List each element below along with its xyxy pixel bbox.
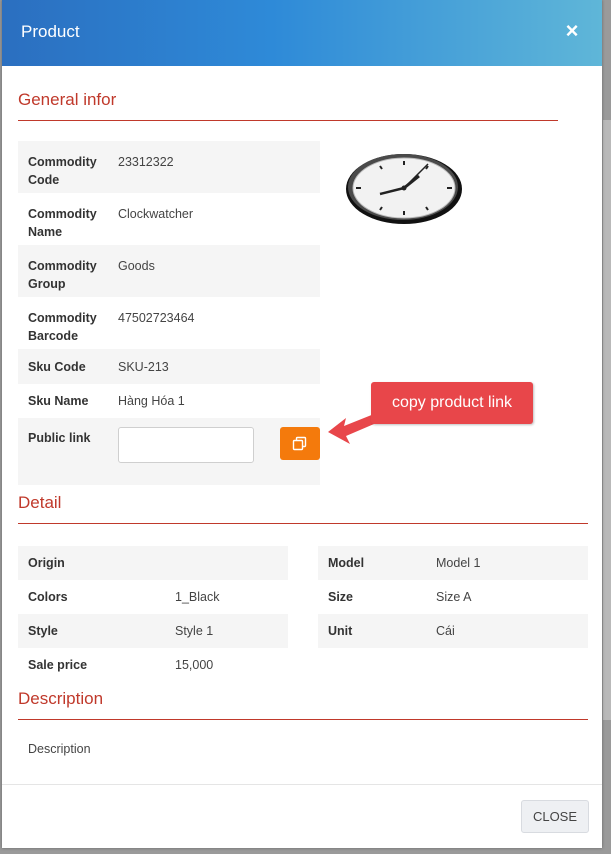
callout-arrow-icon — [328, 414, 374, 444]
section-divider — [18, 120, 558, 121]
row-value: Clockwatcher — [118, 207, 194, 221]
section-title-detail: Detail — [18, 493, 62, 512]
row-label: Model — [328, 556, 365, 570]
table-row: Sale price 15,000 — [18, 648, 288, 682]
row-value: 47502723464 — [118, 311, 195, 325]
public-link-input[interactable] — [118, 427, 254, 463]
row-label: Size — [328, 590, 354, 604]
copy-link-callout: copy product link — [371, 382, 533, 424]
detail-right-column: Model Model 1 Size Size A Unit Cái — [318, 546, 588, 648]
row-label: Colors — [28, 590, 68, 604]
table-row: Origin — [18, 546, 288, 580]
close-icon[interactable]: × — [562, 20, 582, 42]
detail-left-column: Origin Colors 1_Black Style Style 1 Sale… — [18, 546, 288, 682]
backdrop — [603, 120, 611, 720]
row-value: Cái — [436, 624, 455, 638]
row-value: 1_Black — [175, 590, 220, 604]
section-title-general: General infor — [18, 90, 117, 109]
table-row: Unit Cái — [318, 614, 588, 648]
row-label: Commodity Barcode — [28, 311, 97, 343]
footer-divider — [2, 784, 602, 785]
close-button[interactable]: CLOSE — [521, 800, 589, 833]
section-divider — [18, 523, 588, 524]
product-modal: Product × General infor Commodity Code 2… — [2, 0, 602, 848]
table-row: Colors 1_Black — [18, 580, 288, 614]
table-row: Sku Code SKU-213 — [18, 349, 320, 384]
row-value: Model 1 — [436, 556, 481, 570]
copy-link-button[interactable] — [280, 427, 320, 460]
modal-header: Product × — [2, 0, 602, 66]
clock-image — [346, 154, 462, 224]
row-value: SKU-213 — [118, 359, 169, 374]
row-value: Size A — [436, 590, 472, 604]
row-label: Style — [28, 624, 58, 638]
table-row: Model Model 1 — [318, 546, 588, 580]
row-label: Sale price — [28, 658, 88, 672]
row-value: Style 1 — [175, 624, 214, 638]
row-value: 15,000 — [175, 658, 214, 672]
table-row: Sku Name Hàng Hóa 1 — [18, 384, 320, 418]
description-text: Description — [28, 742, 91, 756]
row-label: Sku Name — [28, 394, 89, 408]
table-row: Style Style 1 — [18, 614, 288, 648]
table-row: Size Size A — [318, 580, 588, 614]
table-row: Commodity Name Clockwatcher — [18, 193, 320, 245]
row-value: 23312322 — [118, 155, 174, 169]
table-row: Commodity Barcode 47502723464 — [18, 297, 320, 349]
row-label: Commodity Code — [28, 155, 97, 187]
row-value: Hàng Hóa 1 — [118, 394, 185, 408]
table-row: Commodity Code 23312322 — [18, 141, 320, 193]
table-row: Commodity Group Goods — [18, 245, 320, 297]
section-divider — [18, 719, 588, 720]
modal-title: Product — [21, 22, 80, 41]
row-label: Origin — [28, 556, 65, 570]
section-title-description: Description — [18, 689, 104, 708]
row-value: Goods — [118, 259, 155, 273]
row-label: Commodity Name — [28, 207, 97, 239]
row-label: Commodity Group — [28, 259, 97, 291]
row-label: Sku Code — [28, 359, 86, 374]
row-label: Public link — [28, 431, 91, 445]
row-label: Unit — [328, 624, 353, 638]
copy-icon — [292, 436, 307, 451]
